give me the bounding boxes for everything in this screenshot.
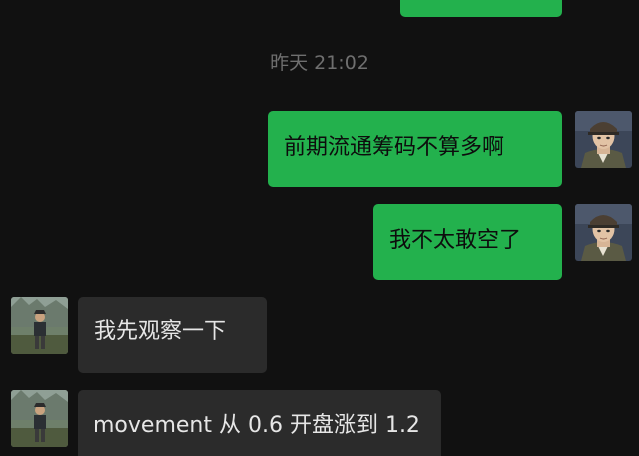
- hiker-photo-avatar-icon: [11, 297, 68, 354]
- chat-area: 昨天 21:02 前期流通筹码不算多啊 我不太敢空了 我先观察一下 moveme…: [0, 0, 639, 456]
- contact-avatar[interactable]: [11, 390, 68, 447]
- timestamp: 昨天 21:02: [270, 52, 369, 74]
- message-bubble-incoming[interactable]: 我先观察一下: [78, 297, 267, 373]
- self-avatar[interactable]: [575, 204, 632, 261]
- message-text: 我先观察一下: [94, 319, 227, 344]
- self-avatar[interactable]: [575, 111, 632, 168]
- anime-soldier-avatar-icon: [575, 204, 632, 261]
- message-text: 我不太敢空了: [389, 228, 522, 253]
- hiker-photo-avatar-icon: [11, 390, 68, 447]
- message-bubble-outgoing[interactable]: 前期流通筹码不算多啊: [268, 111, 562, 187]
- message-bubble-incoming[interactable]: movement 从 0.6 开盘涨到 1.2: [78, 390, 441, 456]
- message-text: movement 从 0.6 开盘涨到 1.2: [93, 413, 420, 438]
- contact-avatar[interactable]: [11, 297, 68, 354]
- message-text: 前期流通筹码不算多啊: [284, 135, 505, 160]
- message-bubble-outgoing[interactable]: 我不太敢空了: [373, 204, 562, 280]
- anime-soldier-avatar-icon: [575, 111, 632, 168]
- message-bubble-partial[interactable]: [400, 0, 562, 17]
